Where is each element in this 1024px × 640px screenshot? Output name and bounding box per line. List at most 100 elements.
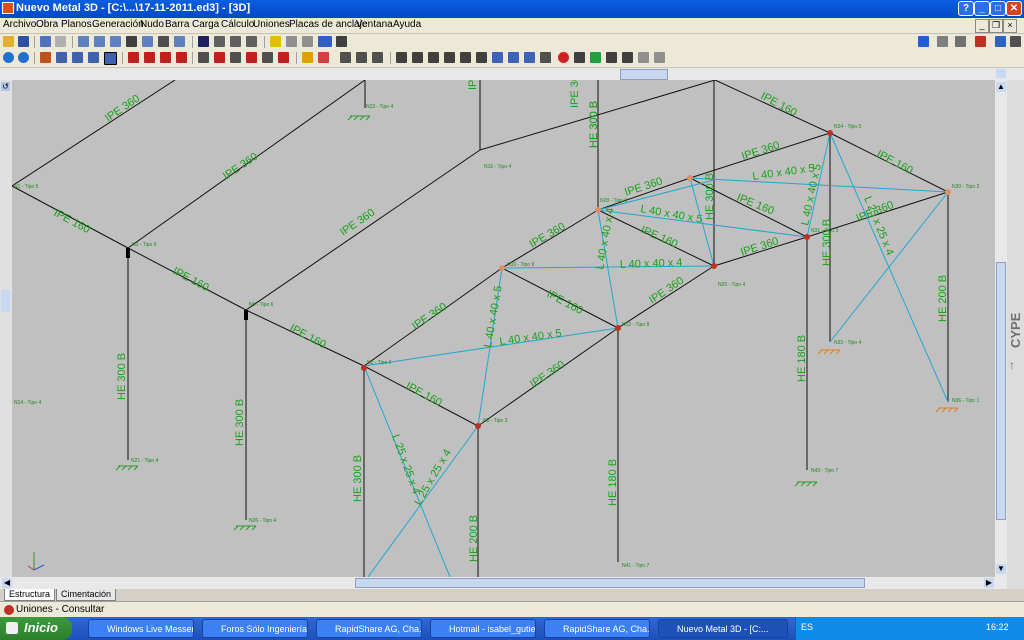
member-label[interactable]: IPE 160 — [639, 224, 680, 251]
horizontal-scrollbar[interactable]: ◀ ▶ — [0, 577, 1007, 589]
node-label[interactable]: N30 - Tipo 2 — [952, 184, 979, 190]
member-label[interactable]: HE 300 B — [352, 455, 364, 502]
zoom-icon[interactable] — [78, 36, 89, 47]
square-icon[interactable] — [574, 52, 585, 63]
node-marker[interactable] — [615, 325, 621, 331]
member-label[interactable]: HE 180 B — [796, 335, 808, 382]
member-label[interactable]: IPE 360 — [221, 151, 260, 183]
member-label[interactable]: IPE 360 — [103, 93, 142, 125]
node-label[interactable]: N33 - Tipo 4 — [834, 340, 861, 346]
menu-planos[interactable]: Planos — [61, 19, 92, 30]
support3-icon[interactable] — [160, 52, 171, 63]
menu-generacion[interactable]: Generación — [92, 19, 144, 30]
member-label[interactable]: IPE 160 — [288, 322, 328, 351]
menu-calculo[interactable]: Cálculo — [221, 19, 254, 30]
member-label[interactable]: IPE 360 — [528, 221, 568, 251]
member-label[interactable]: HE 300 B — [704, 173, 716, 220]
member-label[interactable]: HE 180 B — [607, 459, 619, 506]
member-label[interactable]: HE 200 B — [937, 275, 949, 322]
member-label[interactable]: IPE 360 — [569, 80, 581, 108]
node-icon[interactable] — [72, 52, 83, 63]
release-icon[interactable] — [198, 52, 209, 63]
sun-icon[interactable] — [302, 36, 313, 47]
node-label[interactable]: N36 - Tipo 1 — [952, 398, 979, 404]
structure-3d-view[interactable]: IPE 360 IPE 360 IPE 360 IPE 160 IPE 160 … — [12, 80, 995, 577]
tab-estructura[interactable]: Estructura — [4, 589, 56, 601]
axes-icon[interactable] — [214, 36, 225, 47]
menu-ventana[interactable]: Ventana — [356, 19, 393, 30]
task-hotmail[interactable]: Hotmail - isabel_gutie... — [430, 619, 536, 638]
pencil-icon[interactable] — [126, 36, 137, 47]
member-label[interactable]: IPE 360 — [410, 301, 449, 333]
member-label[interactable]: IPE 160 — [171, 265, 211, 294]
help-button[interactable]: ? — [958, 1, 974, 16]
edit-icon[interactable] — [606, 52, 617, 63]
menu-barra[interactable]: Barra — [165, 19, 189, 30]
node-label[interactable]: N26 - Tipo 4 — [249, 518, 276, 524]
extra-icon[interactable] — [1010, 36, 1021, 47]
profile-icon[interactable] — [340, 52, 351, 63]
tools-icon[interactable] — [336, 36, 347, 47]
node-marker[interactable] — [711, 263, 717, 269]
member-label[interactable]: IPE 160 — [467, 80, 479, 90]
node-label[interactable]: N10 - Tipo 9 — [507, 262, 534, 268]
member-label[interactable]: L 25 x 25 x 4 — [389, 433, 422, 496]
zoom-out-icon[interactable] — [174, 36, 185, 47]
printer-icon[interactable] — [955, 36, 966, 47]
task-messenger[interactable]: Windows Live Messen... — [88, 619, 194, 638]
start-button[interactable]: Inicio — [0, 617, 72, 640]
camera-icon[interactable] — [937, 36, 948, 47]
node-type-icon[interactable] — [230, 52, 241, 63]
load-case-icon[interactable] — [318, 52, 329, 63]
member-label[interactable]: HE 200 B — [468, 515, 480, 562]
globe-icon[interactable] — [3, 52, 14, 63]
member-label[interactable]: IPE 360 — [739, 235, 780, 259]
scroll-right-arrow-icon[interactable]: ▶ — [984, 578, 994, 588]
hinge-icon[interactable] — [214, 52, 225, 63]
node-label[interactable]: N13 - Tipo 4 — [366, 104, 393, 110]
menu-nudo[interactable]: Nudo — [140, 19, 164, 30]
display-icon[interactable] — [318, 36, 332, 47]
scroll-up-arrow-icon[interactable]: ▲ — [996, 82, 1006, 92]
node-label[interactable]: N21 - Tipo 4 — [131, 458, 158, 464]
delete-node-icon[interactable] — [88, 52, 99, 63]
task-foros[interactable]: Foros Sólo Ingeniería ... — [202, 619, 308, 638]
clock[interactable]: 16:22 — [986, 622, 1009, 632]
bar-end-icon[interactable] — [262, 52, 273, 63]
redesign-icon[interactable] — [508, 52, 519, 63]
member-label[interactable]: IPE 360 — [647, 275, 686, 307]
member-label[interactable]: IPE 360 — [740, 139, 781, 163]
refresh-icon[interactable]: ↺ — [1, 82, 10, 91]
node-label[interactable]: N43 - Tipo 7 — [811, 468, 838, 474]
support-icon[interactable] — [128, 52, 139, 63]
tab-cimentacion[interactable]: Cimentación — [56, 589, 117, 601]
member-label[interactable]: L 40 x 40 x 4 — [620, 257, 683, 271]
menu-ayuda[interactable]: Ayuda — [393, 19, 421, 30]
green-icon[interactable] — [590, 52, 601, 63]
material-icon[interactable] — [372, 52, 383, 63]
lateral-icon[interactable] — [444, 52, 455, 63]
member-label[interactable]: L 40 x 40 x 5 — [752, 162, 816, 183]
member-label[interactable]: IPE 160 — [735, 192, 776, 218]
member-label[interactable]: HE 300 B — [821, 219, 833, 266]
node-marker[interactable] — [595, 207, 601, 213]
member-label[interactable]: L 40 x 40 x 5 — [499, 327, 563, 348]
pin-icon[interactable] — [278, 52, 289, 63]
node-marker[interactable] — [804, 234, 810, 240]
globe-icon[interactable] — [918, 36, 929, 47]
open-icon[interactable] — [3, 36, 14, 47]
box-icon[interactable] — [270, 36, 281, 47]
node-label[interactable]: N31 - Tipo 3 — [811, 228, 838, 234]
scroll-left-arrow-icon[interactable]: ◀ — [2, 578, 12, 588]
check-icon[interactable] — [492, 52, 503, 63]
node-marker[interactable] — [945, 189, 951, 195]
node-label[interactable]: N20 - Tipo 4 — [718, 282, 745, 288]
minimize-button[interactable]: _ — [974, 1, 990, 16]
plate-icon[interactable] — [622, 52, 633, 63]
vertical-scrollbar[interactable]: ▲ ▼ — [995, 80, 1007, 577]
export-icon[interactable] — [975, 36, 986, 47]
scroll-thumb[interactable] — [620, 69, 668, 80]
node-label[interactable]: N34 - Tipo 5 — [834, 124, 861, 130]
node-label[interactable]: N12 - Tipo 8 — [622, 322, 649, 328]
join-icon[interactable] — [56, 52, 67, 63]
